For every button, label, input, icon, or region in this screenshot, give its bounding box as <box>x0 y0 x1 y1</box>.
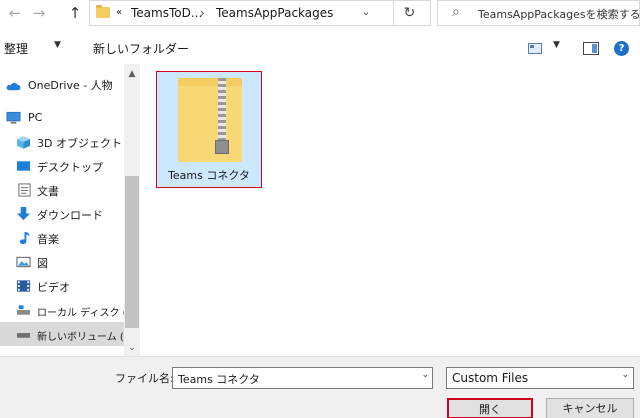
nav-label-pc: PC <box>28 111 43 124</box>
search-input[interactable]: TeamsAppPackagesを検索する <box>478 6 640 22</box>
nav-item-videos[interactable]: ビデオ <box>0 274 124 298</box>
address-bar[interactable]: « TeamsToD... › TeamsAppPackages ⌄ <box>89 0 431 26</box>
forward-button[interactable]: → <box>28 2 50 24</box>
dialog-footer: ファイル名: Teams コネクタ ⌄ Custom Files ⌄ 開く キャ… <box>0 356 640 418</box>
refresh-icon: ↻ <box>403 5 416 21</box>
drive-icon <box>16 305 31 315</box>
nav-item-desktop[interactable]: デスクトップ <box>0 154 124 178</box>
drive-icon <box>16 333 31 338</box>
file-type-value: Custom Files <box>452 371 529 385</box>
nav-label-3d-objects: 3D オブジェクト <box>37 137 122 150</box>
address-history-dropdown[interactable]: ⌄ <box>354 1 378 25</box>
file-name-label: Teams コネクタ <box>168 169 250 182</box>
file-type-select[interactable]: Custom Files ⌄ <box>446 367 634 389</box>
download-arrow-icon <box>16 207 31 221</box>
nav-item-pictures[interactable]: 図 <box>0 250 124 274</box>
nav-item-3d-objects[interactable]: 3D オブジェクト <box>0 130 124 154</box>
filename-label: ファイル名: <box>115 372 174 385</box>
filename-input[interactable]: Teams コネクタ ⌄ <box>172 367 433 389</box>
nav-label-downloads: ダウンロード <box>37 209 103 222</box>
nav-label-onedrive: OneDrive - 人物 <box>28 79 113 92</box>
view-options-icon[interactable] <box>528 43 542 54</box>
organize-button[interactable]: 整理 <box>4 40 28 57</box>
nav-item-local-disk-c[interactable]: ローカル ディスク (C:) <box>0 298 140 322</box>
picture-icon <box>16 256 31 268</box>
new-folder-button[interactable]: 新しいフォルダー <box>93 40 189 57</box>
command-bar: 整理 ▼ 新しいフォルダー ▼ ? <box>0 34 640 62</box>
filename-value: Teams コネクタ <box>178 373 260 386</box>
navigation-scrollbar[interactable]: ▲ ⌄ <box>124 64 140 356</box>
nav-label-documents: 文書 <box>37 185 59 198</box>
breadcrumb-overflow[interactable]: « <box>116 7 122 18</box>
computer-icon <box>6 111 21 124</box>
file-type-dropdown-icon[interactable]: ⌄ <box>621 370 629 380</box>
nav-item-documents[interactable]: 文書 <box>0 178 124 202</box>
scroll-up-arrow-icon[interactable]: ▲ <box>124 66 140 82</box>
scroll-down-arrow-icon[interactable]: ⌄ <box>124 340 140 356</box>
open-button[interactable]: 開く <box>447 398 533 418</box>
organize-caret-icon[interactable]: ▼ <box>54 40 61 50</box>
nav-label-desktop: デスクトップ <box>37 161 103 174</box>
breadcrumb-teamsapppackages[interactable]: TeamsAppPackages <box>216 6 333 20</box>
file-list-area[interactable]: Teams コネクタ <box>140 64 640 356</box>
desktop-icon <box>16 161 31 171</box>
preview-pane-icon[interactable] <box>583 42 599 55</box>
folder-icon <box>96 5 110 18</box>
search-icon: ⌕ <box>452 4 460 20</box>
nav-label-music: 音楽 <box>37 233 59 246</box>
file-item-teams-connector[interactable]: Teams コネクタ <box>156 71 262 188</box>
nav-label-videos: ビデオ <box>37 281 70 294</box>
help-icon[interactable]: ? <box>614 41 629 56</box>
navigation-pane: OneDrive - 人物 PC 3D オブジェクト デスクトップ 文書 ダウン… <box>0 64 140 356</box>
view-options-caret-icon[interactable]: ▼ <box>553 40 560 50</box>
breadcrumb-separator[interactable]: › <box>200 6 205 20</box>
address-row: ← → ↑ « TeamsToD... › TeamsAppPackages ⌄… <box>0 0 640 28</box>
search-box[interactable]: ⌕ TeamsAppPackagesを検索する <box>437 0 640 26</box>
refresh-button[interactable]: ↻ <box>393 0 425 26</box>
cancel-button[interactable]: キャンセル <box>546 398 634 418</box>
music-note-icon <box>19 231 30 245</box>
scrollbar-thumb[interactable] <box>125 176 139 328</box>
nav-item-new-volume-d[interactable]: 新しいボリューム (D:) <box>0 322 139 346</box>
nav-item-onedrive[interactable]: OneDrive - 人物 <box>0 72 124 96</box>
film-icon <box>16 280 31 292</box>
breadcrumb-teamstod[interactable]: TeamsToD... <box>131 6 202 20</box>
nav-label-pictures: 図 <box>37 257 48 270</box>
nav-item-music[interactable]: 音楽 <box>0 226 124 250</box>
back-button[interactable]: ← <box>4 2 26 24</box>
nav-item-downloads[interactable]: ダウンロード <box>0 202 124 226</box>
nav-item-pc[interactable]: PC <box>0 106 124 130</box>
cloud-icon <box>6 82 21 91</box>
filename-dropdown-icon[interactable]: ⌄ <box>421 370 429 380</box>
document-icon <box>18 183 31 197</box>
zip-folder-icon <box>178 78 242 162</box>
cube-icon <box>16 136 31 149</box>
up-button[interactable]: ↑ <box>64 2 86 24</box>
